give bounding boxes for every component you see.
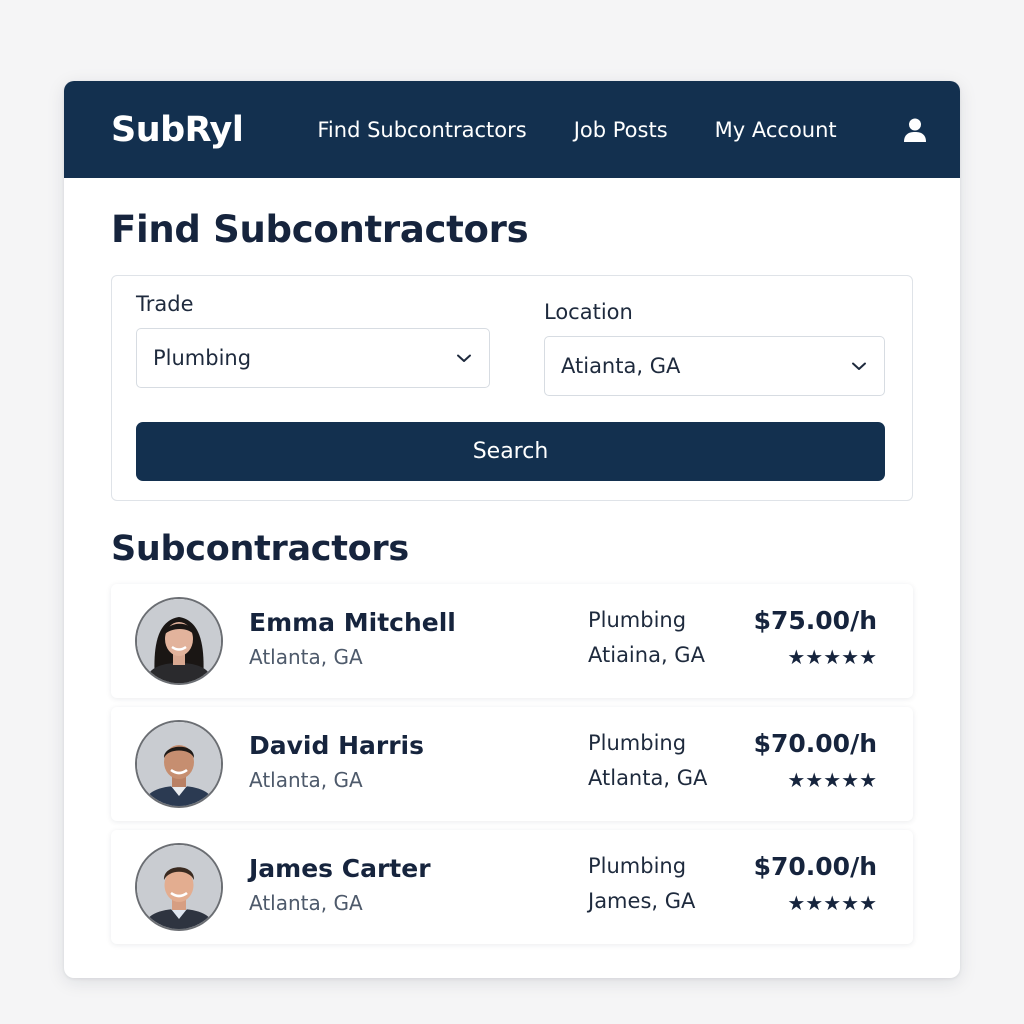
search-fields: Trade Plumbing Location Atianta, GA [136,292,886,396]
trade-name: Plumbing [588,730,687,755]
star-rating: ★★★★★ [787,890,877,915]
person-info: Emma Mitchell Atlanta, GA [249,608,561,669]
avatar [135,843,223,931]
trade-name: Plumbing [588,853,687,878]
trade-select[interactable]: Plumbing [136,328,490,388]
hourly-rate: $70.00/h [753,851,877,881]
nav-links: Find Subcontractors Job Posts My Account [317,118,836,142]
subcontractor-list: Emma Mitchell Atlanta, GA Plumbing Atiai… [111,584,913,944]
search-panel: Trade Plumbing Location Atianta, GA Sear… [111,275,913,501]
nav-job-posts[interactable]: Job Posts [574,118,668,142]
pricing: $70.00/h ★★★★★ [754,852,877,915]
top-navbar: SubRyl Find Subcontractors Job Posts My … [64,81,960,178]
person-city: Atlanta, GA [249,767,363,792]
list-item[interactable]: James Carter Atlanta, GA Plumbing James,… [111,830,913,944]
trade-city: Atiaina, GA [588,642,705,667]
search-button[interactable]: Search [136,422,885,481]
trade-name: Plumbing [588,607,687,632]
avatar [135,720,223,808]
location-select-value: Atianta, GA [561,354,681,378]
person-info: David Harris Atlanta, GA [249,731,561,792]
brand-logo[interactable]: SubRyl [111,110,244,150]
trade-city: Atlanta, GA [588,765,708,790]
trade-info: Plumbing Atiaina, GA [588,608,748,667]
location-field: Location Atianta, GA [544,300,885,396]
person-city: Atlanta, GA [249,644,363,669]
user-icon[interactable] [902,117,928,143]
location-select[interactable]: Atianta, GA [544,336,885,396]
person-name: Emma Mitchell [249,607,456,637]
results-title: Subcontractors [111,529,409,569]
trade-field: Trade Plumbing [136,292,490,396]
chevron-down-icon [455,352,473,364]
person-name: James Carter [249,853,431,883]
trade-info: Plumbing James, GA [588,854,748,913]
hourly-rate: $75.00/h [753,605,877,635]
person-city: Atlanta, GA [249,890,363,915]
person-name: David Harris [249,730,424,760]
trade-label: Trade [136,292,194,316]
star-rating: ★★★★★ [787,767,877,792]
location-label: Location [544,300,633,324]
hourly-rate: $70.00/h [753,728,877,758]
trade-city: James, GA [588,888,696,913]
trade-info: Plumbing Atlanta, GA [588,731,748,790]
avatar [135,597,223,685]
star-rating: ★★★★★ [787,644,877,669]
nav-my-account[interactable]: My Account [715,118,837,142]
list-item[interactable]: Emma Mitchell Atlanta, GA Plumbing Atiai… [111,584,913,698]
app-window: SubRyl Find Subcontractors Job Posts My … [64,81,960,978]
list-item[interactable]: David Harris Atlanta, GA Plumbing Atlant… [111,707,913,821]
pricing: $70.00/h ★★★★★ [754,729,877,792]
chevron-down-icon [850,360,868,372]
trade-select-value: Plumbing [153,346,252,370]
pricing: $75.00/h ★★★★★ [754,606,877,669]
nav-find-subcontractors[interactable]: Find Subcontractors [317,118,526,142]
page-title: Find Subcontractors [111,208,529,251]
person-info: James Carter Atlanta, GA [249,854,561,915]
main-content: Find Subcontractors Trade Plumbing Locat… [64,208,960,944]
